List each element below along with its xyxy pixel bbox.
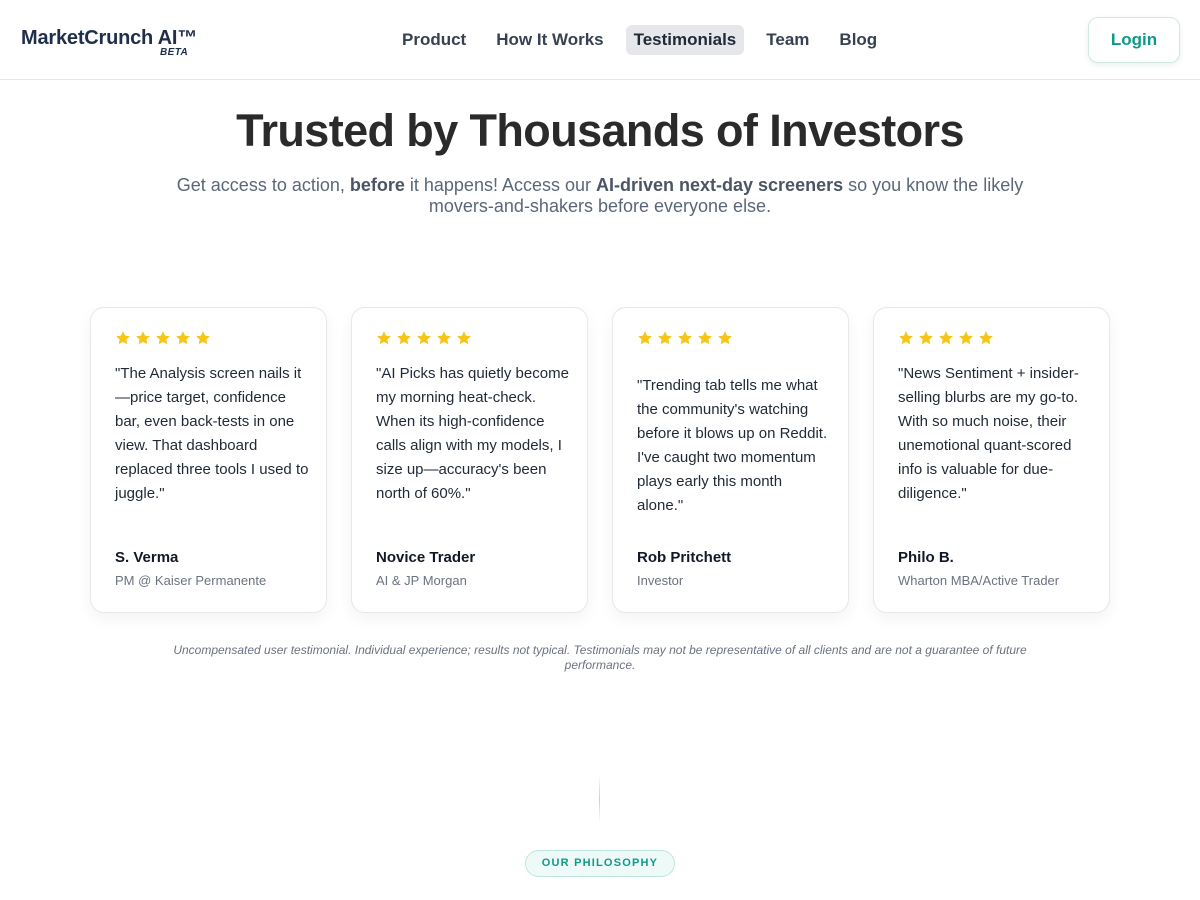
testimonial-disclaimer: Uncompensated user testimonial. Individu… (173, 643, 1027, 672)
subtitle-emphasis: before (349, 175, 405, 195)
testimonial-quote: "Trending tab tells me what the communit… (637, 377, 828, 514)
star-icon (457, 331, 471, 345)
site-header: MarketCrunch AI™ BETA Product How It Wor… (0, 0, 1200, 80)
main-nav: Product How It Works Testimonials Team B… (394, 25, 885, 55)
star-icon (638, 331, 652, 345)
testimonial-quote: "News Sentiment + insider-selling blurbs… (898, 365, 1079, 502)
section-divider (599, 775, 600, 823)
testimonials-grid: "The Analysis screen nails it—price targ… (90, 307, 1110, 613)
testimonial-role: Wharton MBA/Active Trader (898, 573, 1060, 588)
star-icon (718, 331, 732, 345)
nav-testimonials[interactable]: Testimonials (625, 25, 745, 55)
subtitle-text: it happens! Access our (404, 175, 596, 195)
star-icon (979, 331, 993, 345)
testimonial-quote: "AI Picks has quietly become my morning … (376, 365, 569, 502)
login-button[interactable]: Login (1088, 17, 1180, 63)
star-icon (196, 331, 210, 345)
star-icon (899, 331, 913, 345)
testimonial-card: "Trending tab tells me what the communit… (612, 307, 849, 613)
beta-badge: BETA (160, 47, 189, 58)
testimonial-card: "The Analysis screen nails it—price targ… (90, 307, 327, 613)
star-icon (437, 331, 451, 345)
testimonial-quote: "The Analysis screen nails it—price targ… (115, 365, 309, 502)
star-icon (959, 331, 973, 345)
testimonial-role: Investor (637, 573, 684, 588)
testimonial-author: S. Verma (115, 549, 179, 566)
star-rating (115, 330, 211, 346)
testimonial-author: Novice Trader (376, 549, 476, 566)
star-icon (116, 331, 130, 345)
logo[interactable]: MarketCrunch AI™ BETA (21, 27, 221, 61)
testimonial-card: "News Sentiment + insider-selling blurbs… (873, 307, 1110, 613)
star-icon (136, 331, 150, 345)
testimonial-author: Rob Pritchett (637, 549, 732, 566)
hero-subtitle: Get access to action, before it happens!… (160, 175, 1040, 217)
nav-blog[interactable]: Blog (831, 25, 885, 55)
nav-how-it-works[interactable]: How It Works (488, 25, 611, 55)
page-title: Trusted by Thousands of Investors (236, 105, 964, 156)
star-icon (397, 331, 411, 345)
testimonial-author: Philo B. (898, 549, 954, 566)
star-icon (698, 331, 712, 345)
subtitle-emphasis: AI-driven next-day screeners (596, 175, 844, 195)
star-icon (919, 331, 933, 345)
star-rating (637, 330, 733, 346)
star-icon (417, 331, 431, 345)
testimonial-role: AI & JP Morgan (376, 573, 467, 588)
nav-product[interactable]: Product (394, 25, 474, 55)
star-icon (678, 331, 692, 345)
star-icon (658, 331, 672, 345)
star-rating (376, 330, 472, 346)
star-icon (176, 331, 190, 345)
logo-name: MarketCrunch AI™ (21, 27, 198, 49)
subtitle-text: Get access to action, (176, 175, 350, 195)
section-badge: OUR PHILOSOPHY (525, 850, 675, 877)
testimonial-card: "AI Picks has quietly become my morning … (351, 307, 588, 613)
star-icon (377, 331, 391, 345)
star-icon (939, 331, 953, 345)
star-rating (898, 330, 994, 346)
testimonial-role: PM @ Kaiser Permanente (115, 573, 267, 588)
nav-team[interactable]: Team (758, 25, 817, 55)
star-icon (156, 331, 170, 345)
